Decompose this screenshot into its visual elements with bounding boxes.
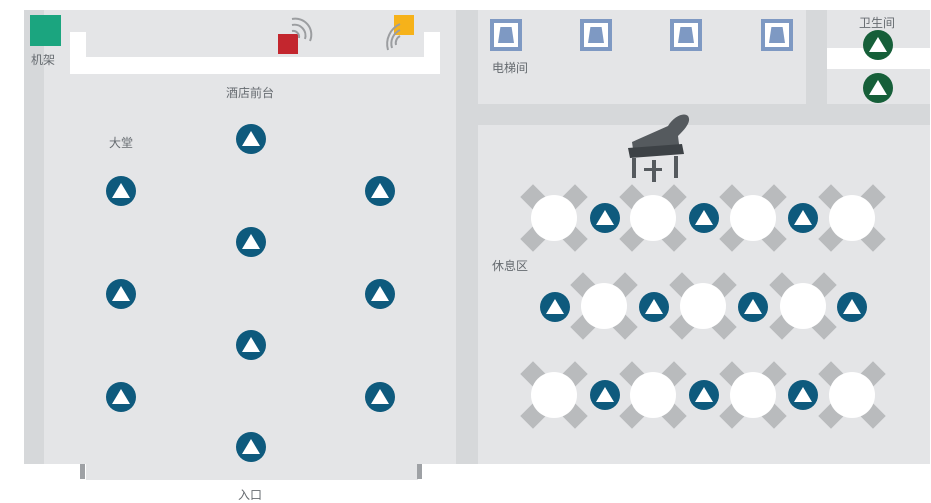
access-point-icon[interactable]	[106, 176, 136, 206]
wireless-signal-icon	[386, 23, 401, 51]
entrance-door-left	[80, 464, 85, 479]
access-point-icon[interactable]	[788, 203, 818, 233]
access-point-icon[interactable]	[236, 124, 266, 154]
lounge-table	[619, 361, 687, 429]
access-point-icon[interactable]	[639, 292, 669, 322]
elevator-room	[478, 10, 806, 104]
entrance-door-right	[417, 464, 422, 479]
entrance-label: 入口	[238, 488, 263, 502]
access-point-icon[interactable]	[365, 279, 395, 309]
elevator-icon	[490, 19, 522, 51]
lounge-table	[669, 272, 737, 340]
access-point-icon[interactable]	[106, 279, 136, 309]
lounge-table	[619, 184, 687, 252]
access-point-icon[interactable]	[837, 292, 867, 322]
lounge-table	[818, 361, 886, 429]
elevator-icon	[580, 19, 612, 51]
access-point-icon[interactable]	[863, 73, 893, 103]
entrance-area	[86, 464, 418, 480]
access-point-icon[interactable]	[863, 30, 893, 60]
grand-piano-icon	[628, 114, 690, 182]
rack-label: 机架	[31, 53, 56, 67]
front-desk-counter-bottom	[70, 57, 440, 74]
access-point-icon[interactable]	[236, 227, 266, 257]
lounge-table	[570, 272, 638, 340]
access-point-icon[interactable]	[236, 330, 266, 360]
access-point-icon[interactable]	[689, 380, 719, 410]
elevator-icon	[670, 19, 702, 51]
lounge-table	[769, 272, 837, 340]
wireless-signal-icon	[291, 17, 313, 42]
lounge-label: 休息区	[492, 259, 529, 273]
access-point-icon[interactable]	[236, 432, 266, 462]
rack-device[interactable]	[30, 15, 61, 46]
access-point-icon[interactable]	[590, 380, 620, 410]
elevator-label: 电梯间	[492, 61, 529, 75]
access-point-icon[interactable]	[689, 203, 719, 233]
access-point-icon[interactable]	[738, 292, 768, 322]
access-point-icon[interactable]	[540, 292, 570, 322]
lobby-label: 大堂	[109, 136, 134, 150]
access-point-icon[interactable]	[106, 382, 136, 412]
front-desk-label: 酒店前台	[226, 86, 275, 100]
lounge-table	[520, 184, 588, 252]
access-point-icon[interactable]	[365, 176, 395, 206]
restroom-label: 卫生间	[859, 16, 896, 30]
lounge-table	[719, 361, 787, 429]
elevator-icon	[761, 19, 793, 51]
lounge-table	[520, 361, 588, 429]
access-point-icon[interactable]	[590, 203, 620, 233]
lounge-table	[719, 184, 787, 252]
access-point-icon[interactable]	[788, 380, 818, 410]
lounge-table	[818, 184, 886, 252]
access-point-icon[interactable]	[365, 382, 395, 412]
